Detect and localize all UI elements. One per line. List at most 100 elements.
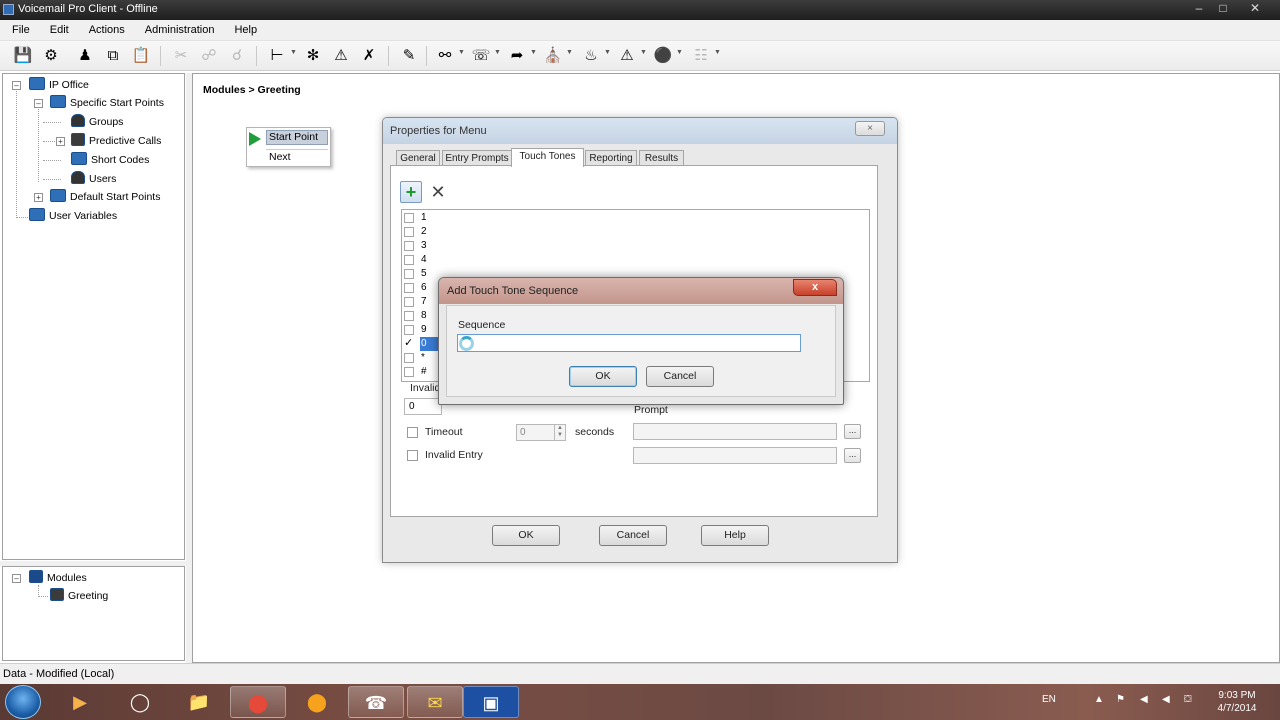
- maximize-button[interactable]: □: [1212, 0, 1234, 18]
- sequence-cancel-button[interactable]: Cancel: [646, 366, 714, 387]
- tone-checkbox[interactable]: [404, 241, 414, 251]
- shirt-icon[interactable]: ⛪: [542, 45, 564, 67]
- save-and-make-live-icon[interactable]: ⚙: [40, 45, 62, 67]
- expand-modules[interactable]: –: [12, 574, 21, 583]
- tone-checkbox[interactable]: [404, 269, 414, 279]
- timeout-prompt-browse-button[interactable]: ...: [844, 424, 861, 439]
- database-icon[interactable]: ⚫: [652, 45, 674, 67]
- next-result[interactable]: Next: [266, 149, 328, 164]
- cut-icon[interactable]: ✂: [170, 45, 192, 67]
- sequence-ok-button[interactable]: OK: [569, 366, 637, 387]
- tone-checkbox[interactable]: [404, 283, 414, 293]
- tree-item-default-start-points[interactable]: Default Start Points: [50, 189, 160, 205]
- start-button-icon[interactable]: [5, 685, 41, 719]
- menu-edit[interactable]: Edit: [38, 20, 77, 41]
- tone-checkbox[interactable]: [404, 227, 414, 237]
- tree-item-user-variables[interactable]: User Variables: [29, 208, 117, 224]
- close-button[interactable]: ✕: [1244, 0, 1266, 18]
- invalid-entry-browse-button[interactable]: ...: [844, 448, 861, 463]
- tree-item-groups[interactable]: Groups: [71, 114, 123, 130]
- timeout-checkbox[interactable]: [407, 427, 418, 438]
- tree-item-short-codes[interactable]: Short Codes: [71, 152, 149, 168]
- invalid-count-field[interactable]: 0: [404, 398, 442, 415]
- properties-close-button[interactable]: ×: [855, 121, 885, 136]
- warning-icon[interactable]: ⚠: [330, 45, 352, 67]
- language-indicator[interactable]: EN: [1042, 694, 1056, 705]
- link-icon[interactable]: ☍: [198, 45, 220, 67]
- tree-item-greeting[interactable]: Greeting: [50, 588, 108, 604]
- hp-icon[interactable]: ◯: [112, 686, 168, 718]
- menu-administration[interactable]: Administration: [133, 20, 223, 41]
- tone-checkbox[interactable]: [404, 325, 414, 335]
- paste-icon[interactable]: 📋: [130, 45, 152, 67]
- check-icon[interactable]: ✓: [404, 336, 413, 350]
- copy-icon[interactable]: ⧉: [102, 45, 124, 67]
- tone-checkbox[interactable]: [404, 255, 414, 265]
- sequence-dialog-close-button[interactable]: x: [793, 279, 837, 296]
- expand-specific-start-points[interactable]: –: [34, 99, 43, 108]
- tree-item-users[interactable]: Users: [71, 171, 116, 187]
- minimize-button[interactable]: –: [1188, 0, 1210, 18]
- network-app-icon[interactable]: ▣: [463, 686, 519, 718]
- taskbar: ▶ ◯ 📁 ⬤ ⬤ ☎ ✉ ▣ EN ▲ ⚑ ◀ ◀ ⛋ 9:03 PM 4/7…: [0, 684, 1280, 720]
- save-icon[interactable]: 💾: [12, 45, 34, 67]
- transfer-icon[interactable]: ➦: [506, 45, 528, 67]
- props-cancel-button[interactable]: Cancel: [599, 525, 667, 546]
- tools-icon[interactable]: ✗: [358, 45, 380, 67]
- tree-item-modules[interactable]: Modules: [29, 570, 87, 586]
- tray-network-icon[interactable]: ▲: [1094, 694, 1104, 705]
- props-ok-button[interactable]: OK: [492, 525, 560, 546]
- connect-icon[interactable]: ⊢: [266, 45, 288, 67]
- file-explorer-icon[interactable]: 📁: [171, 686, 227, 718]
- tone-checkbox[interactable]: [404, 367, 414, 377]
- pen-icon[interactable]: ✎: [398, 45, 420, 67]
- add-icon[interactable]: +: [400, 181, 422, 203]
- menu-help[interactable]: Help: [222, 20, 265, 41]
- alarm-icon[interactable]: ⚠: [616, 45, 638, 67]
- tray-arrow-icon[interactable]: ◀: [1162, 694, 1170, 705]
- add-touch-tone-sequence-dialog: Add Touch Tone Sequence x Sequence OK Ca…: [438, 277, 844, 405]
- phone-icon[interactable]: ☏: [470, 45, 492, 67]
- menu-file[interactable]: File: [0, 20, 38, 41]
- tab-entry-prompts[interactable]: Entry Prompts: [442, 150, 512, 166]
- tab-touch-tones[interactable]: Touch Tones: [511, 148, 584, 167]
- timeout-spinner[interactable]: 0 ▲ ▼: [516, 424, 566, 441]
- chrome-icon[interactable]: ⬤: [230, 686, 286, 718]
- tray-flag-icon[interactable]: ⚑: [1116, 694, 1125, 705]
- orange-app-icon[interactable]: ⬤: [289, 686, 345, 718]
- tab-results[interactable]: Results: [639, 150, 684, 166]
- globe-icon[interactable]: ⚯: [434, 45, 456, 67]
- media-player-icon[interactable]: ▶: [52, 686, 108, 718]
- tone-checkbox[interactable]: [404, 297, 414, 307]
- tab-reporting[interactable]: Reporting: [585, 150, 637, 166]
- invalid-entry-checkbox[interactable]: [407, 450, 418, 461]
- tree-item-specific-start-points[interactable]: Specific Start Points: [50, 95, 164, 111]
- tab-general[interactable]: General: [396, 150, 440, 166]
- tray-shield-icon[interactable]: ⛋: [1184, 694, 1192, 705]
- tray-volume-icon[interactable]: ◀: [1140, 694, 1148, 705]
- queue-icon[interactable]: ♨: [580, 45, 602, 67]
- expand-default-start-points[interactable]: +: [34, 193, 43, 202]
- start-point-action[interactable]: Start Point Next: [246, 127, 331, 167]
- clock[interactable]: 9:03 PM 4/7/2014: [1207, 689, 1267, 715]
- voicemail-pro-icon[interactable]: ✉: [407, 686, 463, 718]
- tree-item-ip-office[interactable]: IP Office: [29, 77, 89, 93]
- expand-predictive-calls[interactable]: +: [56, 137, 65, 146]
- tone-checkbox[interactable]: [404, 311, 414, 321]
- menu-actions[interactable]: Actions: [77, 20, 133, 41]
- sequence-input[interactable]: [457, 334, 801, 352]
- prompt-label: Prompt: [634, 404, 668, 416]
- tree-item-predictive-calls[interactable]: Predictive Calls: [71, 133, 161, 149]
- phone-manager-icon[interactable]: ☎: [348, 686, 404, 718]
- tone-checkbox[interactable]: [404, 213, 414, 223]
- timeout-prompt-field[interactable]: [633, 423, 837, 440]
- props-help-button[interactable]: Help: [701, 525, 769, 546]
- delete-icon[interactable]: ✕: [428, 181, 448, 203]
- expand-ip-office[interactable]: –: [12, 81, 21, 90]
- user-icon[interactable]: ♟: [74, 45, 96, 67]
- tone-checkbox[interactable]: [404, 353, 414, 363]
- invalid-entry-prompt-field[interactable]: [633, 447, 837, 464]
- settings-icon[interactable]: ✻: [302, 45, 324, 67]
- tree-icon[interactable]: ☷: [690, 45, 712, 67]
- unlink-icon[interactable]: ☌: [226, 45, 248, 67]
